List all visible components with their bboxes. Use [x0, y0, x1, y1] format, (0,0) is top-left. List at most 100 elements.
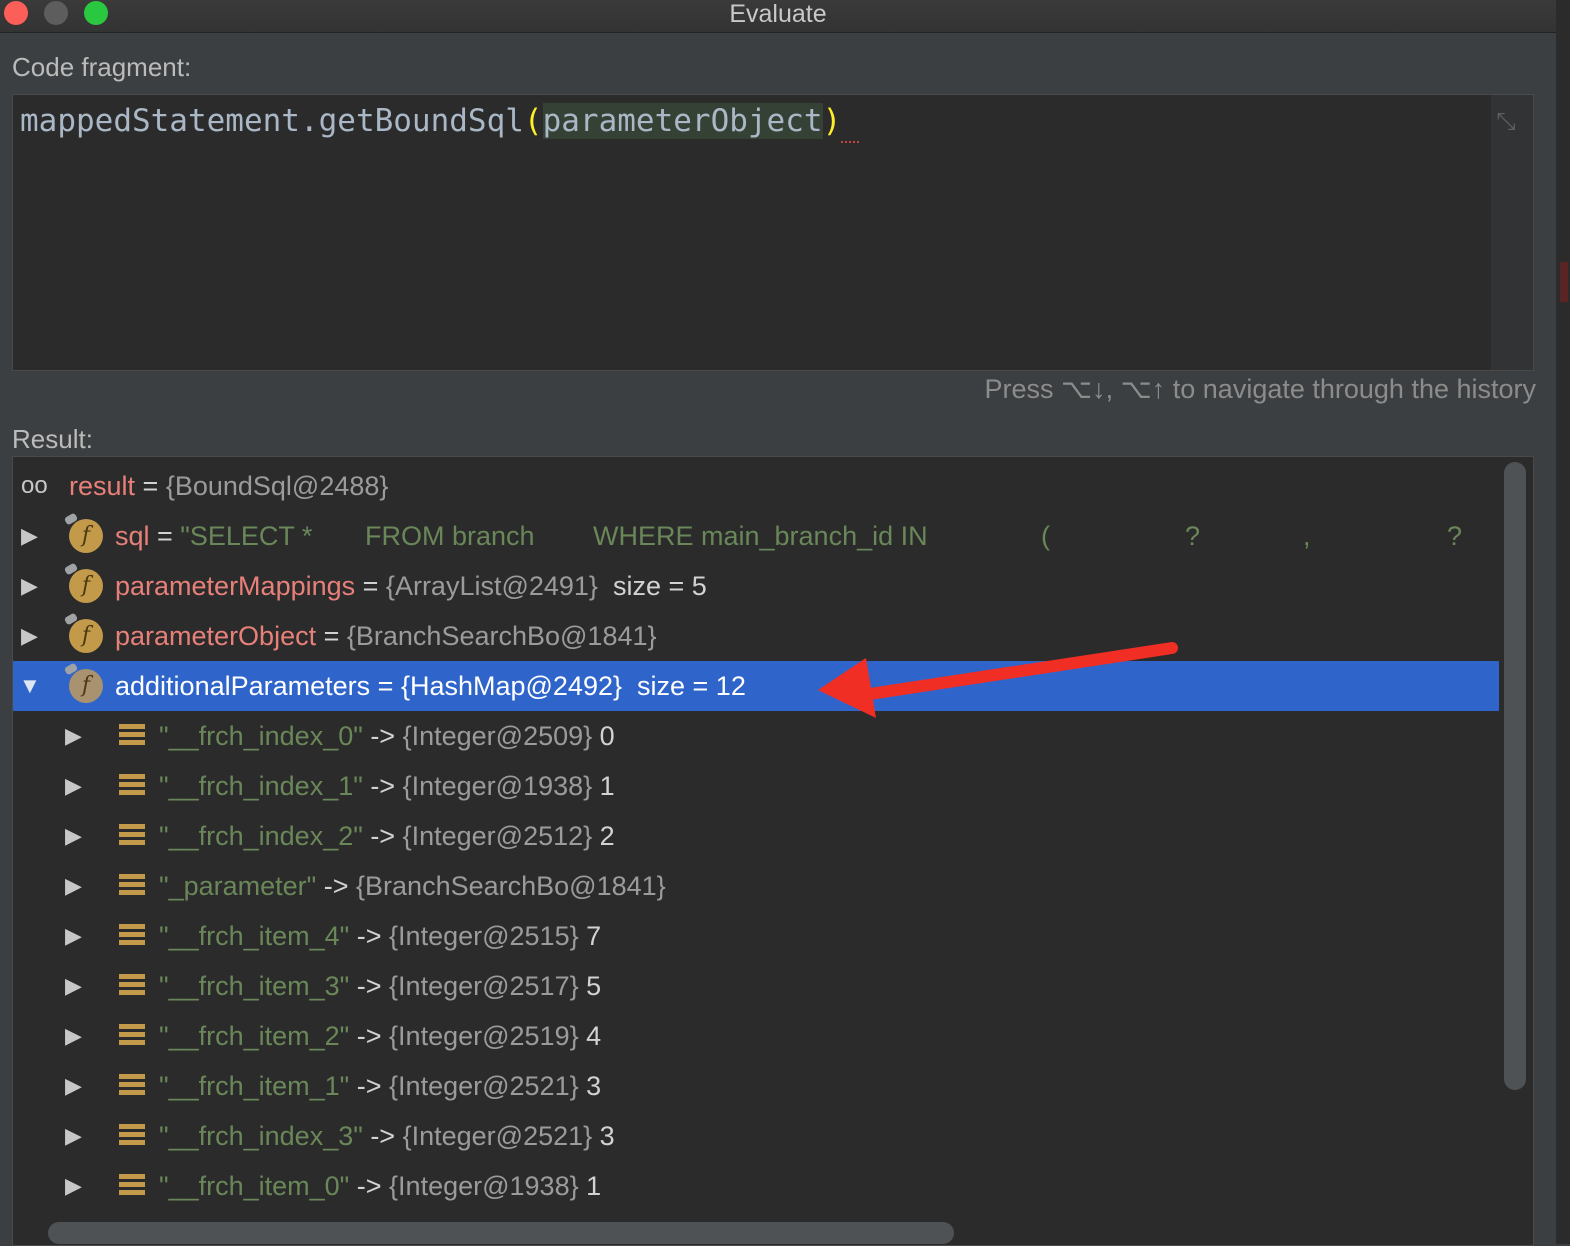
- map-entry-icon: [119, 924, 145, 948]
- field-f-icon: f: [69, 619, 103, 653]
- triangle-right-icon[interactable]: ▶: [65, 761, 89, 811]
- code-argument: parameterObject: [542, 103, 823, 139]
- tree-row-additional-parameters[interactable]: ▼ f additionalParameters = {HashMap@2492…: [13, 661, 1499, 711]
- tree-row-map-entry[interactable]: ▶ "__frch_index_2" -> {Integer@2512} 2: [13, 811, 1499, 861]
- entry-arrow: ->: [349, 921, 390, 951]
- result-label: Result:: [12, 424, 93, 454]
- entry-ref: {Integer@1938}: [402, 771, 593, 801]
- tree-row-parameter-mappings[interactable]: ▶ f parameterMappings = {ArrayList@2491}…: [13, 561, 1499, 611]
- triangle-right-icon[interactable]: ▶: [21, 611, 45, 661]
- map-entry-icon: [119, 974, 145, 998]
- vertical-scrollbar[interactable]: [1504, 462, 1526, 1090]
- triangle-right-icon[interactable]: ▶: [65, 961, 89, 1011]
- tree-row-map-entry[interactable]: ▶ "__frch_index_1" -> {Integer@1938} 1: [13, 761, 1499, 811]
- field-eq: =: [149, 521, 181, 551]
- result-name: result: [69, 471, 136, 501]
- tree-row-result[interactable]: oo result = {BoundSql@2488}: [13, 461, 1499, 511]
- result-tree[interactable]: oo result = {BoundSql@2488} ▶ f sql = "S…: [12, 456, 1534, 1246]
- field-name: additionalParameters: [115, 671, 371, 701]
- field-eq: =: [355, 571, 386, 601]
- field-value: {HashMap@2492}: [400, 671, 622, 701]
- tree-row-map-entry[interactable]: ▶ "__frch_index_3" -> {Integer@2521} 3: [13, 1111, 1499, 1161]
- field-f-icon: f: [69, 519, 103, 553]
- code-close-paren: ): [822, 103, 842, 139]
- entry-arrow: ->: [362, 771, 403, 801]
- entry-ref: {Integer@2519}: [389, 1021, 579, 1051]
- entry-arrow: ->: [349, 1071, 390, 1101]
- triangle-right-icon[interactable]: ▶: [65, 1111, 89, 1161]
- entry-arrow: ->: [349, 1171, 390, 1201]
- field-name: sql: [115, 521, 150, 551]
- entry-key: "__frch_item_3": [159, 971, 350, 1001]
- field-size: size = 12: [637, 671, 746, 701]
- tree-row-map-entry[interactable]: ▶ "__frch_item_4" -> {Integer@2515} 7: [13, 911, 1499, 961]
- entry-value: 3: [586, 1071, 602, 1101]
- entry-arrow: ->: [362, 821, 403, 851]
- history-hint: Press ⌥↓, ⌥↑ to navigate through the his…: [984, 374, 1536, 404]
- triangle-right-icon[interactable]: ▶: [65, 1161, 89, 1211]
- tree-row-map-entry[interactable]: ▶ "__frch_item_1" -> {Integer@2521} 3: [13, 1061, 1499, 1111]
- triangle-right-icon[interactable]: ▶: [65, 811, 89, 861]
- field-name: parameterMappings: [115, 571, 356, 601]
- code-fragment-label: Code fragment:: [12, 52, 192, 82]
- entry-ref: {Integer@2517}: [389, 971, 579, 1001]
- entry-arrow: ->: [349, 1021, 390, 1051]
- tree-row-map-entry[interactable]: ▶ "_parameter" -> {BranchSearchBo@1841}: [13, 861, 1499, 911]
- horizontal-scrollbar[interactable]: [48, 1222, 954, 1244]
- sql-part: ?: [1447, 521, 1463, 551]
- entry-value: 4: [586, 1021, 602, 1051]
- entry-ref: {Integer@2509}: [402, 721, 593, 751]
- tree-row-map-entry[interactable]: ▶ "__frch_index_0" -> {Integer@2509} 0: [13, 711, 1499, 761]
- result-eq: =: [135, 471, 166, 501]
- map-entry-icon: [119, 1024, 145, 1048]
- code-method: mappedStatement.getBoundSql: [20, 103, 524, 139]
- code-text[interactable]: mappedStatement.getBoundSql(parameterObj…: [20, 99, 860, 143]
- entry-key: "__frch_item_2": [159, 1021, 350, 1051]
- sql-part: WHERE main_branch_id IN: [593, 521, 928, 551]
- window-title: Evaluate: [729, 0, 827, 28]
- title-bar: Evaluate: [0, 0, 1556, 33]
- result-value: {BoundSql@2488}: [165, 471, 389, 501]
- entry-value: 1: [586, 1171, 602, 1201]
- entry-key: "__frch_index_0": [159, 721, 363, 751]
- field-eq: =: [316, 621, 347, 651]
- entry-value: 2: [599, 821, 615, 851]
- triangle-right-icon[interactable]: ▶: [21, 511, 45, 561]
- tree-row-map-entry[interactable]: ▶ "__frch_item_0" -> {Integer@1938} 1: [13, 1161, 1499, 1211]
- tree-row-parameter-object[interactable]: ▶ f parameterObject = {BranchSearchBo@18…: [13, 611, 1499, 661]
- triangle-right-icon[interactable]: ▶: [65, 1061, 89, 1111]
- entry-value: 0: [599, 721, 615, 751]
- triangle-down-icon[interactable]: ▼: [19, 661, 43, 711]
- background-window-edge: [1556, 0, 1570, 1244]
- tree-row-map-entry[interactable]: ▶ "__frch_item_3" -> {Integer@2517} 5: [13, 961, 1499, 1011]
- entry-value: 3: [599, 1121, 615, 1151]
- entry-ref: {Integer@2515}: [389, 921, 579, 951]
- sql-part: (: [1041, 521, 1050, 551]
- triangle-right-icon[interactable]: ▶: [21, 561, 45, 611]
- collapse-editor-icon[interactable]: ⤡: [1491, 107, 1521, 137]
- field-value: "SELECT *: [180, 521, 313, 551]
- entry-arrow: ->: [316, 871, 357, 901]
- code-fragment-editor[interactable]: mappedStatement.getBoundSql(parameterObj…: [12, 94, 1534, 371]
- tree-row-sql[interactable]: ▶ f sql = "SELECT * FROM branch WHERE ma…: [13, 511, 1499, 561]
- entry-ref: {Integer@2521}: [389, 1071, 579, 1101]
- entry-key: "__frch_index_3": [159, 1121, 363, 1151]
- triangle-right-icon[interactable]: ▶: [65, 861, 89, 911]
- triangle-right-icon[interactable]: ▶: [65, 1011, 89, 1061]
- map-entry-icon: [119, 724, 145, 748]
- tree-row-map-entry[interactable]: ▶ "__frch_item_2" -> {Integer@2519} 4: [13, 1011, 1499, 1061]
- map-entry-icon: [119, 1124, 145, 1148]
- triangle-right-icon[interactable]: ▶: [65, 711, 89, 761]
- field-name: parameterObject: [115, 621, 317, 651]
- entry-arrow: ->: [362, 721, 403, 751]
- sql-part: ,: [1303, 521, 1311, 551]
- entry-ref: {Integer@1938}: [389, 1171, 579, 1201]
- entry-key: "__frch_index_1": [159, 771, 363, 801]
- triangle-right-icon[interactable]: ▶: [65, 911, 89, 961]
- field-f-icon: f: [69, 669, 103, 703]
- field-size: size = 5: [612, 571, 707, 601]
- entry-key: "__frch_item_4": [159, 921, 350, 951]
- map-entry-icon: [119, 774, 145, 798]
- entry-value: 7: [586, 921, 602, 951]
- map-entry-icon: [119, 1174, 145, 1198]
